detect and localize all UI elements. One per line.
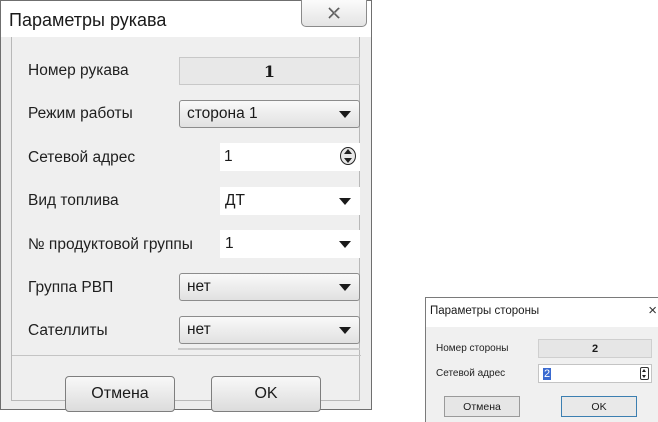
dialog-body: Номер рукава 1 Режим работы сторона 1 Се… — [11, 37, 361, 412]
spinner-up-down-icon[interactable] — [340, 147, 356, 165]
dialog-title: Параметры рукава — [9, 10, 167, 30]
side-number-label: Номер стороны — [436, 343, 509, 354]
spinner-up-down-icon[interactable] — [640, 367, 649, 380]
chevron-down-icon — [339, 111, 351, 118]
divider — [12, 355, 361, 356]
chevron-down-icon — [339, 241, 351, 248]
close-button[interactable] — [301, 0, 367, 27]
network-address-label: Сетевой адрес — [436, 368, 506, 379]
fuel-type-select[interactable]: ДТ — [220, 187, 360, 215]
network-address-spinner[interactable]: 2 — [538, 364, 652, 383]
satellites-label: Сателлиты — [28, 322, 108, 339]
mode-select[interactable]: сторона 1 — [179, 100, 360, 128]
close-icon — [328, 7, 341, 19]
cancel-button[interactable]: Отмена — [65, 376, 175, 412]
side-number-value: 2 — [538, 339, 652, 358]
dialog-titlebar: Параметры рукава — [1, 0, 371, 37]
product-group-value: 1 — [225, 235, 234, 252]
hose-number-value: 1 — [179, 57, 360, 85]
satellites-select[interactable]: нет — [179, 316, 360, 344]
fuel-type-label: Вид топлива — [28, 192, 119, 209]
rvp-group-select[interactable]: нет — [179, 273, 360, 301]
network-address-label: Сетевой адрес — [28, 149, 136, 166]
mode-select-value: сторона 1 — [187, 105, 258, 122]
rvp-group-label: Группа РВП — [28, 279, 114, 296]
satellites-value: нет — [187, 321, 211, 338]
chevron-down-icon — [339, 327, 351, 334]
rvp-group-value: нет — [187, 278, 211, 295]
chevron-down-icon — [339, 284, 351, 291]
fuel-type-value: ДТ — [225, 192, 245, 209]
network-address-value: 1 — [224, 148, 233, 165]
dialog-title: Параметры стороны — [430, 305, 540, 317]
ok-button[interactable]: OK — [561, 396, 637, 417]
hose-parameters-dialog: Параметры рукава Номер рукава 1 Режим ра… — [0, 0, 372, 412]
dialog-titlebar: Параметры стороны × — [426, 298, 658, 327]
close-icon[interactable]: × — [648, 302, 657, 319]
product-group-label: № продуктовой группы — [28, 236, 193, 253]
divider — [178, 348, 360, 350]
mode-label: Режим работы — [28, 105, 133, 122]
network-address-spinner[interactable]: 1 — [220, 143, 360, 171]
cancel-button[interactable]: Отмена — [444, 396, 520, 417]
ok-button[interactable]: OK — [211, 376, 321, 412]
chevron-down-icon — [339, 198, 351, 205]
product-group-select[interactable]: 1 — [220, 230, 360, 258]
hose-number-label: Номер рукава — [28, 62, 129, 79]
network-address-value[interactable]: 2 — [543, 367, 552, 380]
side-parameters-dialog: Параметры стороны × Номер стороны 2 Сете… — [425, 297, 658, 422]
